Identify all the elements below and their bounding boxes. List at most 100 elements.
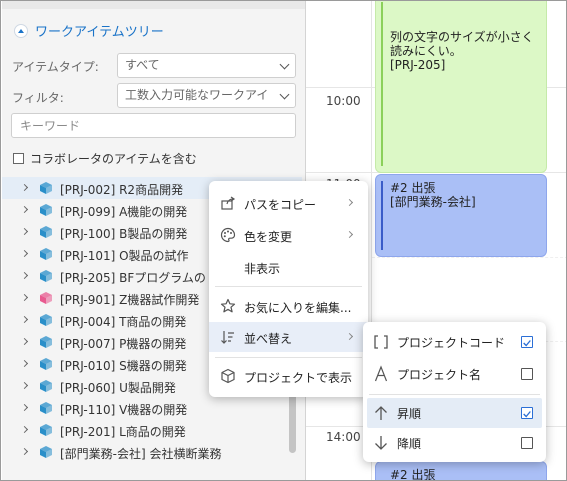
project-cube-icon [40, 292, 52, 304]
tree-row[interactable]: [PRJ-201] L商品の開発 [2, 419, 302, 441]
expand-arrow-icon[interactable] [20, 425, 29, 434]
item-type-value: すべて [125, 58, 160, 72]
project-cube-icon [40, 248, 52, 260]
project-cube-icon [40, 204, 52, 216]
time-label-1400: 14:00 [326, 430, 361, 444]
menu-label: お気に入りを編集... [244, 301, 352, 315]
sort-option-label: 昇順 [397, 407, 422, 421]
tree-item-label: [部門業務-会社] 会社横断業務 [60, 447, 222, 461]
tree-item-label: [PRJ-004] T商品の開発 [60, 315, 187, 329]
sort-icon [221, 331, 234, 344]
item-type-select[interactable]: すべて [117, 53, 296, 78]
calendar-event[interactable]: #2 出張 [375, 461, 547, 481]
expand-arrow-icon[interactable] [20, 337, 29, 346]
event-text-line: 列の文字のサイズが小さく [390, 30, 534, 44]
expand-arrow-icon[interactable] [20, 183, 29, 192]
collapse-icon[interactable] [14, 23, 28, 38]
event-title: #2 出張 [390, 468, 436, 481]
project-cube-icon [40, 380, 52, 392]
project-cube-icon [40, 402, 52, 414]
tree-item-label: [PRJ-099] A機能の開発 [60, 205, 188, 219]
chevron-down-icon [279, 89, 290, 100]
calendar-event[interactable]: #2 出張 [部門業務-会社] [375, 174, 547, 257]
arrow-up-icon [375, 406, 387, 420]
menu-label: プロジェクトで表示 [244, 371, 353, 385]
project-cube-icon [40, 314, 52, 326]
expand-arrow-icon[interactable] [20, 271, 29, 280]
menu-item-copy-path[interactable]: パスをコピー [209, 188, 368, 218]
project-code-checkbox[interactable] [521, 336, 533, 348]
arrow-down-icon [375, 436, 387, 450]
menu-item-edit-favorites[interactable]: お気に入りを編集... [209, 291, 368, 321]
sort-option-descending[interactable]: 降順 [363, 428, 546, 458]
menu-item-hide[interactable]: 非表示 [209, 252, 368, 282]
tree-row[interactable]: [PRJ-110] V機器の開発 [2, 397, 302, 419]
tree-item-label: [PRJ-002] R2商品開発 [60, 183, 184, 197]
menu-item-sort[interactable]: 並べ替え [209, 322, 368, 352]
tree-item-label: [PRJ-100] B製品の開発 [60, 227, 188, 241]
tree-item-label: [PRJ-901] Z機器試作開発 [60, 293, 200, 307]
event-text-line: 読みにくい。 [390, 44, 462, 58]
keyword-input[interactable] [11, 113, 296, 138]
tree-item-label: [PRJ-007] P機器の開発 [60, 337, 187, 351]
cube-outline-icon [221, 368, 235, 384]
filter-value: 工数入力可能なワークアイ [125, 88, 269, 102]
star-icon [220, 298, 236, 313]
panel-top-strip [2, 1, 305, 9]
expand-arrow-icon[interactable] [20, 249, 29, 258]
chevron-right-icon [345, 198, 354, 207]
project-name-checkbox[interactable] [521, 368, 533, 380]
brackets-icon [374, 335, 388, 349]
project-cube-icon [40, 270, 52, 282]
collaborator-label: コラボレータのアイテムを含む [30, 152, 197, 166]
project-cube-icon [40, 226, 52, 238]
menu-label: パスをコピー [244, 198, 317, 212]
chevron-right-icon [345, 332, 354, 341]
expand-arrow-icon[interactable] [20, 359, 29, 368]
tree-panel-header[interactable]: ワークアイテムツリー [14, 21, 164, 40]
tree-item-label: [PRJ-201] L商品の開発 [60, 425, 186, 439]
sort-option-project-name[interactable]: プロジェクト名 [363, 359, 546, 389]
calendar-event[interactable]: 列の文字のサイズが小さく 読みにくい。 [PRJ-205] [375, 1, 547, 173]
project-cube-icon [40, 182, 52, 194]
expand-arrow-icon[interactable] [20, 205, 29, 214]
tree-row[interactable]: [部門業務-会社] 会社横断業務 [2, 441, 302, 463]
event-text-line: [PRJ-205] [390, 58, 446, 72]
expand-arrow-icon[interactable] [20, 381, 29, 390]
project-cube-icon [40, 336, 52, 348]
palette-icon [220, 227, 236, 243]
filter-label: フィルタ: [12, 91, 64, 105]
menu-divider [215, 357, 362, 358]
app-window: ワークアイテムツリー アイテムタイプ: すべて フィルタ: 工数入力可能なワーク… [0, 0, 567, 481]
collaborator-checkbox-row[interactable]: コラボレータのアイテムを含む [13, 150, 197, 167]
submenu-divider [369, 394, 540, 395]
ascending-checkbox[interactable] [521, 407, 533, 419]
tree-item-label: [PRJ-110] V機器の開発 [60, 403, 188, 417]
expand-arrow-icon[interactable] [20, 315, 29, 324]
half-hour-line [372, 257, 566, 258]
menu-label: 非表示 [244, 262, 281, 276]
tree-item-label: [PRJ-060] U製品開発 [60, 381, 176, 395]
expand-arrow-icon[interactable] [20, 403, 29, 412]
sort-option-ascending[interactable]: 昇順 [367, 398, 542, 428]
tree-item-label: [PRJ-101] O製品の試作 [60, 249, 189, 263]
sort-option-project-code[interactable]: プロジェクトコード [363, 327, 546, 357]
menu-item-change-color[interactable]: 色を変更 [209, 220, 368, 250]
menu-item-show-in-project[interactable]: プロジェクトで表示 [209, 361, 368, 391]
tree-item-label: [PRJ-205] BFプログラムの [60, 271, 206, 285]
item-type-label: アイテムタイプ: [12, 60, 99, 74]
expand-arrow-icon[interactable] [20, 447, 29, 456]
menu-label: 色を変更 [244, 230, 293, 244]
event-project: [部門業務-会社] [390, 195, 476, 209]
filter-select[interactable]: 工数入力可能なワークアイ [117, 83, 296, 108]
descending-checkbox[interactable] [521, 437, 533, 449]
share-icon [221, 196, 236, 210]
tree-item-label: [PRJ-010] S機器の開発 [60, 359, 187, 373]
chevron-right-icon [345, 230, 354, 239]
expand-arrow-icon[interactable] [20, 293, 29, 302]
collaborator-checkbox[interactable] [13, 153, 24, 164]
project-cube-icon [40, 358, 52, 370]
tree-panel-title: ワークアイテムツリー [35, 25, 164, 40]
sort-option-label: プロジェクトコード [397, 336, 506, 350]
expand-arrow-icon[interactable] [20, 227, 29, 236]
